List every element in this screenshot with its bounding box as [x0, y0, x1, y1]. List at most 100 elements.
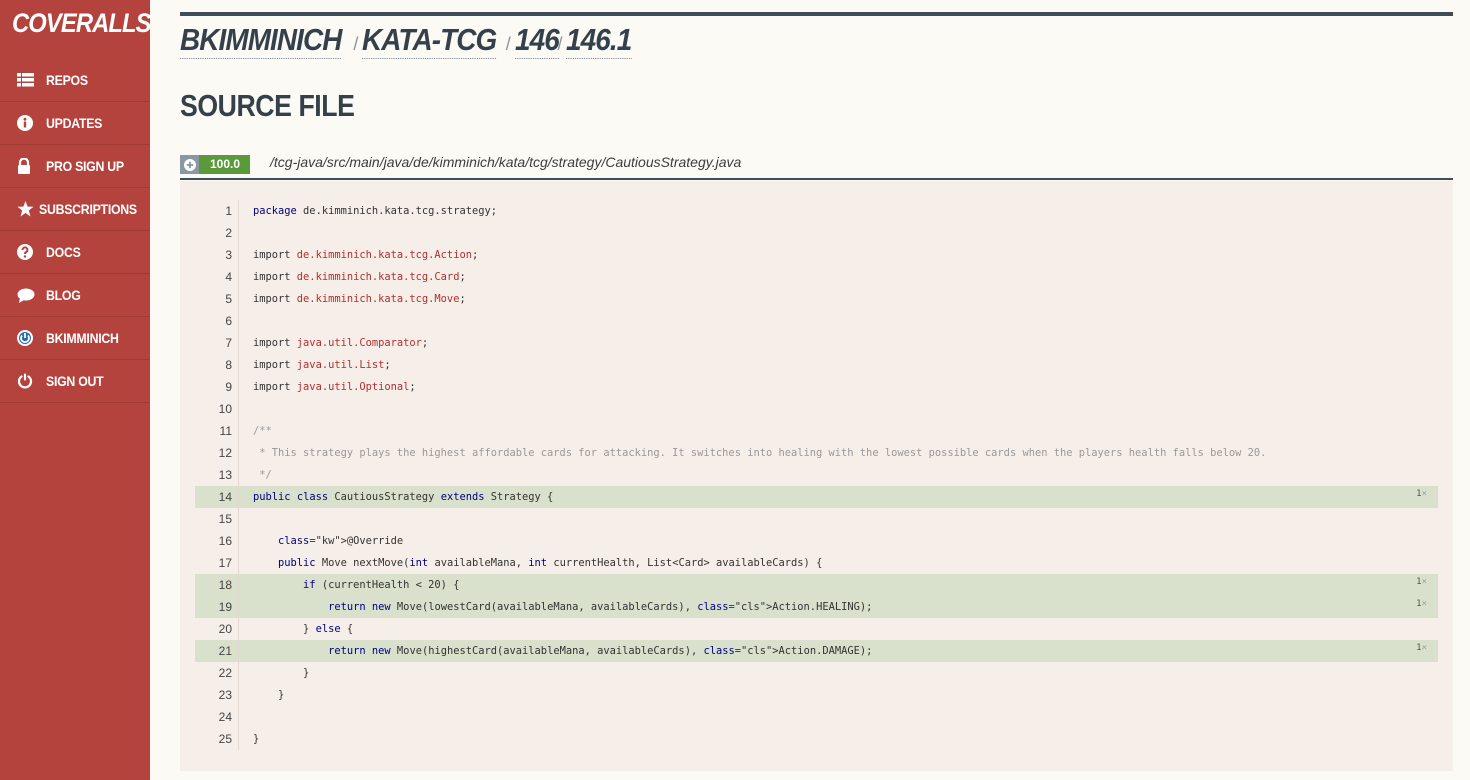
line-number[interactable]: 23 — [195, 688, 232, 702]
code-text: public Move nextMove(int availableMana, … — [278, 557, 823, 569]
breadcrumb-owner[interactable]: BKIMMINICH — [180, 22, 342, 59]
line-number[interactable]: 19 — [195, 600, 232, 614]
line-number[interactable]: 15 — [195, 512, 232, 526]
lock-icon — [0, 158, 46, 174]
line-number[interactable]: 17 — [195, 556, 232, 570]
code-text: * This strategy plays the highest afford… — [253, 447, 1267, 459]
sidebar-item-updates[interactable]: UPDATES — [0, 102, 150, 145]
sidebar-item-docs[interactable]: DOCS — [0, 231, 150, 274]
line-gutter — [238, 288, 239, 310]
line-number[interactable]: 25 — [195, 732, 232, 746]
code-line: 7 import java.util.Comparator; — [195, 332, 1438, 354]
sidebar-item-label: SIGN OUT — [46, 373, 104, 389]
code-line: 15 — [195, 508, 1438, 530]
breadcrumb-job[interactable]: 146.1 — [566, 22, 633, 59]
line-number[interactable]: 13 — [195, 468, 232, 482]
hit-count: 1× — [1416, 486, 1427, 502]
code-line: 12 * This strategy plays the highest aff… — [195, 442, 1438, 464]
code-text: } — [253, 733, 260, 745]
line-number[interactable]: 16 — [195, 534, 232, 548]
sidebar-item-label: DOCS — [46, 244, 81, 260]
line-gutter — [238, 706, 239, 728]
sidebar-item-subscriptions[interactable]: SUBSCRIPTIONS — [0, 188, 150, 231]
line-gutter — [238, 618, 239, 640]
line-number[interactable]: 10 — [195, 402, 232, 416]
line-gutter — [238, 376, 239, 398]
code-line: 19 return new Move(lowestCard(availableM… — [195, 596, 1438, 618]
code-text: import de.kimminich.kata.tcg.Action; — [253, 249, 479, 261]
header-rule — [180, 12, 1453, 16]
code-line: 13 */ — [195, 464, 1438, 486]
code-text: import de.kimminich.kata.tcg.Move; — [253, 293, 466, 305]
line-number[interactable]: 18 — [195, 578, 232, 592]
code-line: 4 import de.kimminich.kata.tcg.Card; — [195, 266, 1438, 288]
line-number[interactable]: 21 — [195, 644, 232, 658]
line-number[interactable]: 7 — [195, 336, 232, 350]
code-line: 9 import java.util.Optional; — [195, 376, 1438, 398]
coveralls-logo[interactable]: COVERALLS — [12, 8, 151, 39]
file-path: /tcg-java/src/main/java/de/kimminich/kat… — [270, 154, 742, 170]
line-gutter — [238, 222, 239, 244]
code-text: package de.kimminich.kata.tcg.strategy; — [253, 205, 497, 217]
code-line: 10 — [195, 398, 1438, 420]
line-number[interactable]: 6 — [195, 314, 232, 328]
line-gutter — [238, 332, 239, 354]
line-gutter — [238, 552, 239, 574]
hit-count: 1× — [1416, 640, 1427, 656]
line-gutter — [238, 574, 239, 596]
code-text: return new Move(highestCard(availableMan… — [328, 645, 873, 657]
line-number[interactable]: 14 — [195, 490, 232, 504]
line-number[interactable]: 4 — [195, 270, 232, 284]
sidebar-item-label: PRO SIGN UP — [46, 158, 124, 174]
list-icon — [0, 73, 46, 87]
code-line: 21 return new Move(highestCard(available… — [195, 640, 1438, 662]
file-header: 100.0 /tcg-java/src/main/java/de/kimmini… — [180, 152, 1453, 180]
code-line: 5 import de.kimminich.kata.tcg.Move; — [195, 288, 1438, 310]
sidebar-item-blog[interactable]: BLOG — [0, 274, 150, 317]
line-number[interactable]: 2 — [195, 226, 232, 240]
line-number[interactable]: 12 — [195, 446, 232, 460]
line-number[interactable]: 9 — [195, 380, 232, 394]
code-text: } else { — [253, 623, 354, 635]
line-gutter — [238, 244, 239, 266]
plus-circle-icon[interactable] — [180, 155, 199, 174]
code-line: 22 } — [195, 662, 1438, 684]
line-number[interactable]: 3 — [195, 248, 232, 262]
code-line: 3 import de.kimminich.kata.tcg.Action; — [195, 244, 1438, 266]
line-gutter — [238, 442, 239, 464]
page-title: SOURCE FILE — [180, 88, 355, 123]
line-number[interactable]: 5 — [195, 292, 232, 306]
code-line: 16 class="kw">@Override — [195, 530, 1438, 552]
source-code-panel: 1 package de.kimminich.kata.tcg.strategy;… — [180, 181, 1453, 771]
line-number[interactable]: 8 — [195, 358, 232, 372]
sidebar-item-repos[interactable]: REPOS — [0, 59, 150, 102]
code-line: 25} — [195, 728, 1438, 750]
code-line: 2 — [195, 222, 1438, 244]
line-number[interactable]: 11 — [195, 424, 232, 438]
sidebar-item-label: BLOG — [46, 287, 81, 303]
code-line: 18 if (currentHealth < 20) {1× — [195, 574, 1438, 596]
breadcrumb-separator: / — [353, 34, 359, 54]
line-number[interactable]: 24 — [195, 710, 232, 724]
code-line: 1 package de.kimminich.kata.tcg.strategy; — [195, 200, 1438, 222]
line-gutter — [238, 266, 239, 288]
sidebar-item-bkimminich[interactable]: BKIMMINICH — [0, 317, 150, 360]
breadcrumb-repo[interactable]: KATA-TCG — [362, 22, 498, 59]
code-line: 17 public Move nextMove(int availableMan… — [195, 552, 1438, 574]
sidebar-item-sign-out[interactable]: SIGN OUT — [0, 360, 150, 403]
sidebar-item-label: BKIMMINICH — [46, 330, 119, 346]
breadcrumb-build[interactable]: 146 — [514, 22, 559, 59]
code-text: if (currentHealth < 20) { — [303, 579, 460, 591]
code-text: } — [253, 689, 285, 701]
line-number[interactable]: 22 — [195, 666, 232, 680]
breadcrumb-separator: / — [505, 34, 511, 54]
code-text: import java.util.Optional; — [253, 381, 416, 393]
line-number[interactable]: 1 — [195, 204, 232, 218]
line-number[interactable]: 20 — [195, 622, 232, 636]
code-text: /** — [253, 425, 272, 437]
sidebar-nav: REPOS UPDATES PRO SIGN UP SUBSCRIPTIONS … — [0, 59, 150, 403]
code-line: 6 — [195, 310, 1438, 332]
code-text: class="kw">@Override — [278, 535, 404, 547]
sidebar-item-pro-sign-up[interactable]: PRO SIGN UP — [0, 145, 150, 188]
code-line: 24 — [195, 706, 1438, 728]
